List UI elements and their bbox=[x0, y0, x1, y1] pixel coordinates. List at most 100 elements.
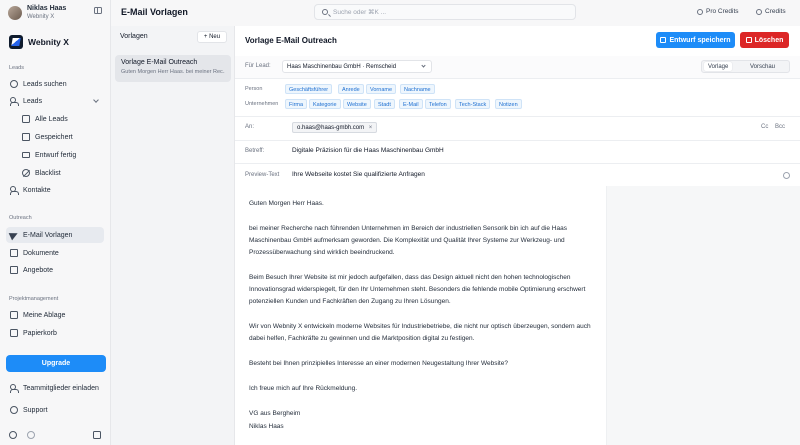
editor-title: Vorlage E-Mail Outreach bbox=[245, 36, 337, 45]
chevron-down-icon[interactable] bbox=[93, 97, 99, 103]
var-chip[interactable]: Kategorie bbox=[309, 99, 341, 109]
save-icon bbox=[660, 37, 667, 43]
sparkle-icon bbox=[697, 8, 703, 15]
lead-label: Für Lead: bbox=[245, 63, 271, 69]
var-chip[interactable]: Geschäftsführer bbox=[285, 84, 333, 94]
sidebar-item-documents[interactable]: Dokumente bbox=[6, 245, 104, 261]
support-button[interactable]: Support bbox=[6, 402, 104, 418]
search-placeholder: Suche oder ⌘K ... bbox=[333, 9, 387, 16]
sidebar-item-my-storage[interactable]: Meine Ablage bbox=[6, 307, 104, 323]
sidebar-item-contacts[interactable]: Kontakte bbox=[6, 182, 104, 198]
document-icon bbox=[10, 249, 18, 257]
invite-team-button[interactable]: Teammitglieder einladen bbox=[6, 380, 104, 396]
delete-button[interactable]: Löschen bbox=[740, 32, 789, 48]
sidebar-collapse-icon[interactable] bbox=[94, 7, 102, 14]
new-template-button[interactable]: + Neu bbox=[197, 31, 227, 43]
templates-title: Vorlagen bbox=[120, 33, 148, 40]
info-icon[interactable] bbox=[783, 172, 790, 179]
sidebar-item-leads[interactable]: Leads bbox=[6, 93, 104, 109]
var-chip[interactable]: E-Mail bbox=[399, 99, 423, 109]
save-draft-button[interactable]: Entwurf speichern bbox=[656, 32, 735, 48]
users-icon bbox=[10, 97, 19, 106]
template-editor: Vorlage E-Mail Outreach Entwurf speicher… bbox=[235, 26, 800, 445]
close-icon[interactable]: × bbox=[369, 125, 373, 131]
var-chip[interactable]: Website bbox=[343, 99, 371, 109]
logout-icon[interactable] bbox=[93, 431, 101, 439]
template-list-item[interactable]: Vorlage E-Mail Outreach Guten Morgen Her… bbox=[115, 55, 231, 82]
settings-icon[interactable] bbox=[9, 431, 17, 439]
trash-icon bbox=[745, 37, 752, 43]
body-paragraph: Beim Besuch Ihrer Website ist mir jedoch… bbox=[249, 274, 586, 305]
var-chip[interactable]: Nachname bbox=[400, 84, 435, 94]
section-label-project: Projektmanagement bbox=[9, 296, 59, 302]
template-title: Vorlage E-Mail Outreach bbox=[121, 59, 198, 66]
var-chip[interactable]: Anrede bbox=[338, 84, 364, 94]
email-body-area: Guten Morgen Herr Haas. bei meiner Reche… bbox=[235, 186, 800, 445]
link-icon bbox=[756, 8, 762, 15]
var-chip[interactable]: Tech-Stack bbox=[455, 99, 491, 109]
brand[interactable]: Webnity X bbox=[9, 35, 69, 49]
trash-icon bbox=[10, 329, 18, 337]
templates-panel: Vorlagen + Neu Vorlage E-Mail Outreach G… bbox=[111, 26, 235, 445]
sidebar-item-saved[interactable]: Gespeichert bbox=[18, 129, 104, 145]
tab-template[interactable]: Vorlage bbox=[704, 62, 733, 71]
ban-icon bbox=[22, 169, 30, 177]
tab-preview[interactable]: Vorschau bbox=[746, 62, 779, 71]
pro-credits-link[interactable]: Pro Credits bbox=[697, 8, 739, 15]
var-chip[interactable]: Stadt bbox=[374, 99, 395, 109]
body-paragraph: bei meiner Recherche nach führenden Unte… bbox=[249, 225, 567, 256]
folder-icon bbox=[10, 311, 18, 319]
var-chip[interactable]: Vorname bbox=[366, 84, 397, 94]
sidebar-item-all-leads[interactable]: Alle Leads bbox=[18, 111, 104, 127]
var-chip[interactable]: Telefon bbox=[425, 99, 451, 109]
search-input[interactable]: Suche oder ⌘K ... bbox=[314, 4, 576, 20]
file-icon bbox=[10, 266, 18, 274]
user-plus-icon bbox=[10, 384, 19, 393]
brand-name: Webnity X bbox=[28, 37, 69, 47]
list-icon bbox=[22, 115, 30, 123]
user-name: Niklas Haas bbox=[27, 5, 67, 12]
upgrade-button[interactable]: Upgrade bbox=[6, 355, 106, 372]
logo-icon bbox=[9, 35, 23, 49]
chevron-down-icon bbox=[421, 63, 426, 68]
body-paragraph: Besteht bei Ihnen prinzipielles Interess… bbox=[249, 360, 508, 367]
sidebar: Niklas Haas Webnity X Webnity X Leads Le… bbox=[0, 0, 111, 445]
body-paragraph: Wir von Webnity X entwickeln moderne Web… bbox=[249, 323, 591, 342]
email-body-editor[interactable]: Guten Morgen Herr Haas. bei meiner Reche… bbox=[235, 186, 607, 445]
subject-input[interactable]: Digitale Präzision für die Haas Maschine… bbox=[292, 147, 444, 154]
lead-select-value: Haas Maschinenbau GmbH · Remscheid bbox=[287, 63, 397, 70]
moon-icon[interactable] bbox=[27, 431, 35, 439]
avatar bbox=[8, 6, 22, 20]
recipient-chip[interactable]: o.haas@haas-gmbh.com × bbox=[292, 122, 378, 133]
person-vars-label: Person bbox=[245, 86, 263, 92]
top-header: E-Mail Vorlagen Suche oder ⌘K ... Pro Cr… bbox=[111, 0, 800, 26]
bcc-toggle[interactable]: Bcc bbox=[775, 124, 785, 130]
section-label-leads: Leads bbox=[9, 65, 24, 71]
page-title: E-Mail Vorlagen bbox=[121, 7, 188, 17]
var-chip[interactable]: Notizen bbox=[495, 99, 522, 109]
body-signature: VG aus Bergheim bbox=[249, 410, 301, 417]
credits-link[interactable]: Credits bbox=[756, 8, 786, 15]
contacts-icon bbox=[10, 186, 19, 195]
preview-text-input[interactable]: Ihre Webseite kostet Sie qualifizierte A… bbox=[292, 171, 425, 178]
sidebar-item-email-templates[interactable]: E-Mail Vorlagen bbox=[6, 227, 104, 243]
var-chip[interactable]: Firma bbox=[285, 99, 308, 109]
cc-toggle[interactable]: Cc bbox=[761, 124, 768, 130]
sidebar-item-leads-search[interactable]: Leads suchen bbox=[6, 76, 104, 92]
search-icon bbox=[10, 80, 18, 88]
search-icon bbox=[322, 9, 328, 15]
sidebar-item-offers[interactable]: Angebote bbox=[6, 262, 104, 278]
body-closing: Ich freue mich auf Ihre Rückmeldung. bbox=[249, 385, 358, 392]
send-icon bbox=[8, 229, 20, 241]
subject-label: Betreff: bbox=[245, 148, 265, 154]
help-icon bbox=[10, 406, 18, 414]
company-vars-label: Unternehmen bbox=[245, 101, 279, 107]
mail-icon bbox=[22, 152, 30, 158]
user-company: Webnity X bbox=[27, 14, 55, 20]
user-profile[interactable]: Niklas Haas Webnity X bbox=[8, 4, 104, 22]
sidebar-item-blacklist[interactable]: Blacklist bbox=[18, 165, 104, 181]
body-greeting: Guten Morgen Herr Haas. bbox=[249, 200, 324, 207]
sidebar-item-trash[interactable]: Papierkorb bbox=[6, 325, 104, 341]
sidebar-item-draft-done[interactable]: Entwurf fertig bbox=[18, 147, 104, 163]
lead-select[interactable]: Haas Maschinenbau GmbH · Remscheid bbox=[282, 60, 432, 73]
